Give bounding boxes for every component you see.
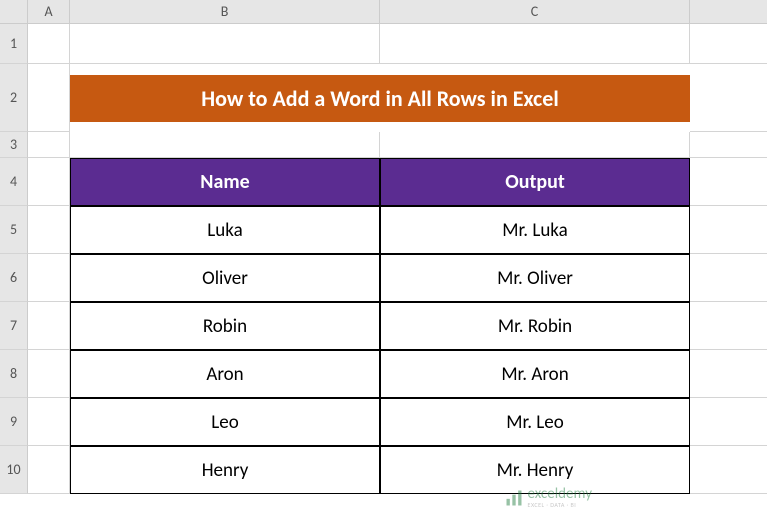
cell[interactable]	[28, 132, 70, 158]
table-cell-output[interactable]: Mr. Robin	[380, 302, 690, 350]
row-header-3[interactable]: 3	[0, 132, 28, 158]
row-header-6[interactable]: 6	[0, 254, 28, 302]
row-header-9[interactable]: 9	[0, 398, 28, 446]
cell[interactable]	[690, 254, 767, 302]
cell[interactable]	[690, 158, 767, 206]
cell[interactable]	[28, 206, 70, 254]
cell[interactable]	[28, 254, 70, 302]
watermark-tagline: EXCEL · DATA · BI	[528, 502, 592, 508]
cell[interactable]	[70, 132, 380, 158]
cell[interactable]	[690, 302, 767, 350]
table-header-name[interactable]: Name	[70, 158, 380, 206]
table-cell-output[interactable]: Mr. Henry	[380, 446, 690, 494]
title-cell[interactable]: How to Add a Word in All Rows in Excel	[70, 64, 690, 132]
table-header-output[interactable]: Output	[380, 158, 690, 206]
col-header-b[interactable]: B	[70, 0, 380, 24]
table-cell-output[interactable]: Mr. Leo	[380, 398, 690, 446]
cell[interactable]	[28, 446, 70, 494]
cell[interactable]	[690, 64, 767, 132]
table-cell-name[interactable]: Leo	[70, 398, 380, 446]
cell[interactable]	[690, 24, 767, 64]
table-cell-name[interactable]: Henry	[70, 446, 380, 494]
select-all-corner[interactable]	[0, 0, 28, 24]
table-cell-name[interactable]: Luka	[70, 206, 380, 254]
table-cell-name[interactable]: Robin	[70, 302, 380, 350]
cell[interactable]	[380, 24, 690, 64]
table-cell-output[interactable]: Mr. Oliver	[380, 254, 690, 302]
cell[interactable]	[28, 398, 70, 446]
table-cell-output[interactable]: Mr. Aron	[380, 350, 690, 398]
col-header-blank[interactable]	[690, 0, 767, 24]
row-header-5[interactable]: 5	[0, 206, 28, 254]
col-header-c[interactable]: C	[380, 0, 690, 24]
col-header-a[interactable]: A	[28, 0, 70, 24]
cell[interactable]	[690, 398, 767, 446]
page-title: How to Add a Word in All Rows in Excel	[70, 75, 690, 122]
cell[interactable]	[28, 350, 70, 398]
row-header-1[interactable]: 1	[0, 24, 28, 64]
table-cell-name[interactable]: Oliver	[70, 254, 380, 302]
cell[interactable]	[28, 64, 70, 132]
table-cell-output[interactable]: Mr. Luka	[380, 206, 690, 254]
cell[interactable]	[690, 132, 767, 158]
row-header-7[interactable]: 7	[0, 302, 28, 350]
spreadsheet-grid: A B C 1 2 How to Add a Word in All Rows …	[0, 0, 767, 494]
cell[interactable]	[690, 350, 767, 398]
cell[interactable]	[28, 24, 70, 64]
row-header-2[interactable]: 2	[0, 64, 28, 132]
cell[interactable]	[690, 446, 767, 494]
row-header-10[interactable]: 10	[0, 446, 28, 494]
row-header-8[interactable]: 8	[0, 350, 28, 398]
cell[interactable]	[70, 24, 380, 64]
table-cell-name[interactable]: Aron	[70, 350, 380, 398]
row-header-4[interactable]: 4	[0, 158, 28, 206]
cell[interactable]	[380, 132, 690, 158]
cell[interactable]	[690, 206, 767, 254]
cell[interactable]	[28, 158, 70, 206]
cell[interactable]	[28, 302, 70, 350]
